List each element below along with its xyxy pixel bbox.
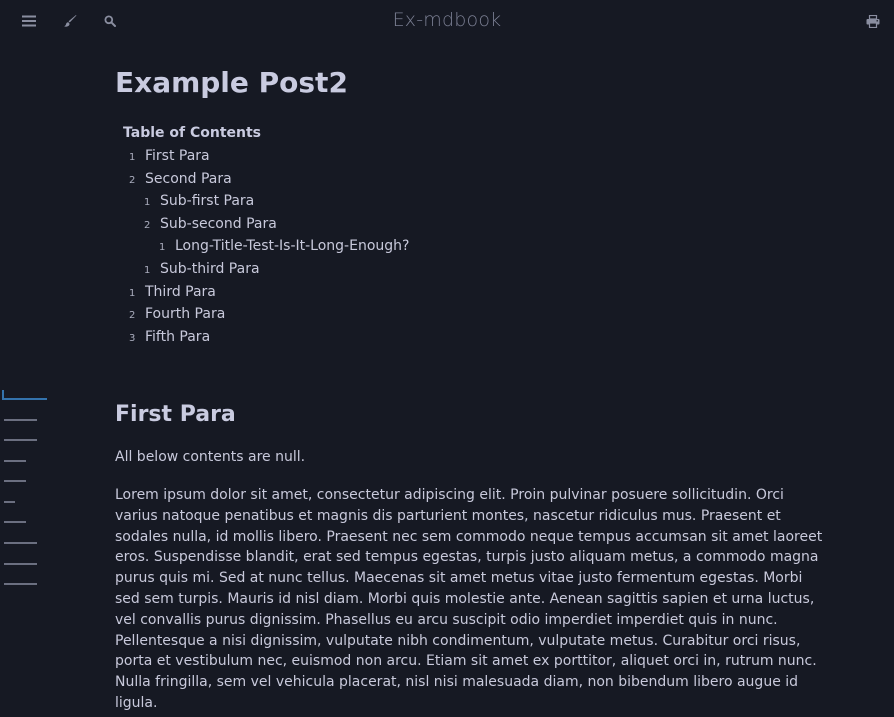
page-title: Example Post2	[115, 66, 348, 99]
minimap-line[interactable]	[4, 419, 37, 421]
menu-bar: Ex-mdbook	[0, 0, 894, 42]
toc-item-label: Long-Title-Test-Is-It-Long-Enough?	[175, 238, 410, 254]
toc-item-label: Second Para	[145, 171, 232, 187]
paintbrush-icon	[63, 14, 77, 28]
toc-item-number: 1	[129, 152, 136, 163]
search-icon	[104, 15, 116, 27]
search-button[interactable]	[100, 11, 120, 31]
lorem-paragraph: Lorem ipsum dolor sit amet, consectetur …	[115, 485, 823, 714]
paragraph-line: Lorem ipsum dolor sit amet, consectetur …	[115, 487, 784, 503]
minimap-active-marker[interactable]	[2, 390, 47, 401]
paragraph-line: vel convallis purus dignissim. Phasellus…	[115, 611, 778, 628]
toc-item-label: Sub-third Para	[160, 261, 260, 277]
toc-heading: Table of Contents	[123, 125, 262, 141]
toc-item-sub-third-para[interactable]: 1 Sub-third Para	[144, 261, 260, 281]
paragraph-line: purus quis mi. Sed at nunc tellus. Maece…	[115, 570, 803, 587]
minimap-line[interactable]	[4, 439, 37, 441]
toc-item-number: 2	[129, 310, 136, 321]
minimap-line[interactable]	[4, 460, 26, 462]
toc-item-long-title-test[interactable]: 1 Long-Title-Test-Is-It-Long-Enough?	[159, 238, 409, 258]
minimap-line[interactable]	[4, 563, 37, 565]
minimap-line[interactable]	[4, 501, 15, 503]
toc-item-number: 1	[144, 197, 151, 208]
toc-item-label: Fourth Para	[145, 306, 226, 322]
toc-item-fourth-para[interactable]: 2 Fourth Para	[129, 306, 225, 326]
minimap-active-bar-horizontal	[2, 398, 47, 400]
toggle-sidebar-button[interactable]	[19, 11, 39, 31]
toc-item-label: First Para	[145, 148, 210, 164]
toc-item-number: 1	[144, 265, 151, 276]
print-icon	[866, 14, 880, 28]
toc-item-number: 1	[159, 242, 166, 253]
toc-item-number: 2	[129, 175, 136, 186]
toc-item-label: Sub-first Para	[160, 193, 255, 209]
minimap-line[interactable]	[4, 480, 26, 482]
toc-item-sub-first-para[interactable]: 1 Sub-first Para	[144, 193, 254, 213]
section-intro: All below contents are null.	[115, 449, 306, 465]
paragraph-line: sodales nulla, id mollis libero. Praesen…	[115, 528, 823, 545]
paragraph-line: sed sem turpis. Mauris id nisl diam. Mor…	[115, 590, 815, 607]
paragraph-line: porta et vestibulum nec, euismod non arc…	[115, 653, 817, 670]
print-button[interactable]	[863, 11, 883, 31]
minimap-line[interactable]	[4, 521, 26, 523]
paragraph-line: eros. Suspendisse blandit, erat sed temp…	[115, 549, 819, 566]
hamburger-icon	[22, 15, 36, 27]
toc-item-number: 3	[129, 333, 136, 344]
toc-item-number: 2	[144, 220, 151, 231]
minimap-line[interactable]	[4, 542, 37, 544]
toc-item-label: Fifth Para	[145, 329, 211, 345]
paragraph-line: ligula.	[115, 694, 158, 711]
toc-item-label: Third Para	[145, 284, 216, 300]
minimap-line[interactable]	[4, 583, 37, 585]
book-title: Ex-mdbook	[392, 9, 502, 31]
toc-item-number: 1	[129, 288, 136, 299]
toc-item-second-para[interactable]: 2 Second Para	[129, 171, 232, 191]
toc-item-sub-second-para[interactable]: 2 Sub-second Para	[144, 216, 277, 236]
theme-button[interactable]	[60, 11, 80, 31]
toc-item-fifth-para[interactable]: 3 Fifth Para	[129, 329, 210, 349]
paragraph-line: Pellentesque a nisi dignissim, vulputate…	[115, 632, 801, 649]
paragraph-line: Nulla fringilla, sem vel vehicula placer…	[115, 674, 799, 691]
toc-item-label: Sub-second Para	[160, 216, 277, 232]
paragraph-line: varius natoque penatibus et magnis dis p…	[115, 507, 781, 524]
toc-item-third-para[interactable]: 1 Third Para	[129, 284, 216, 304]
section-heading: First Para	[115, 402, 236, 427]
toc-item-first-para[interactable]: 1 First Para	[129, 148, 210, 168]
